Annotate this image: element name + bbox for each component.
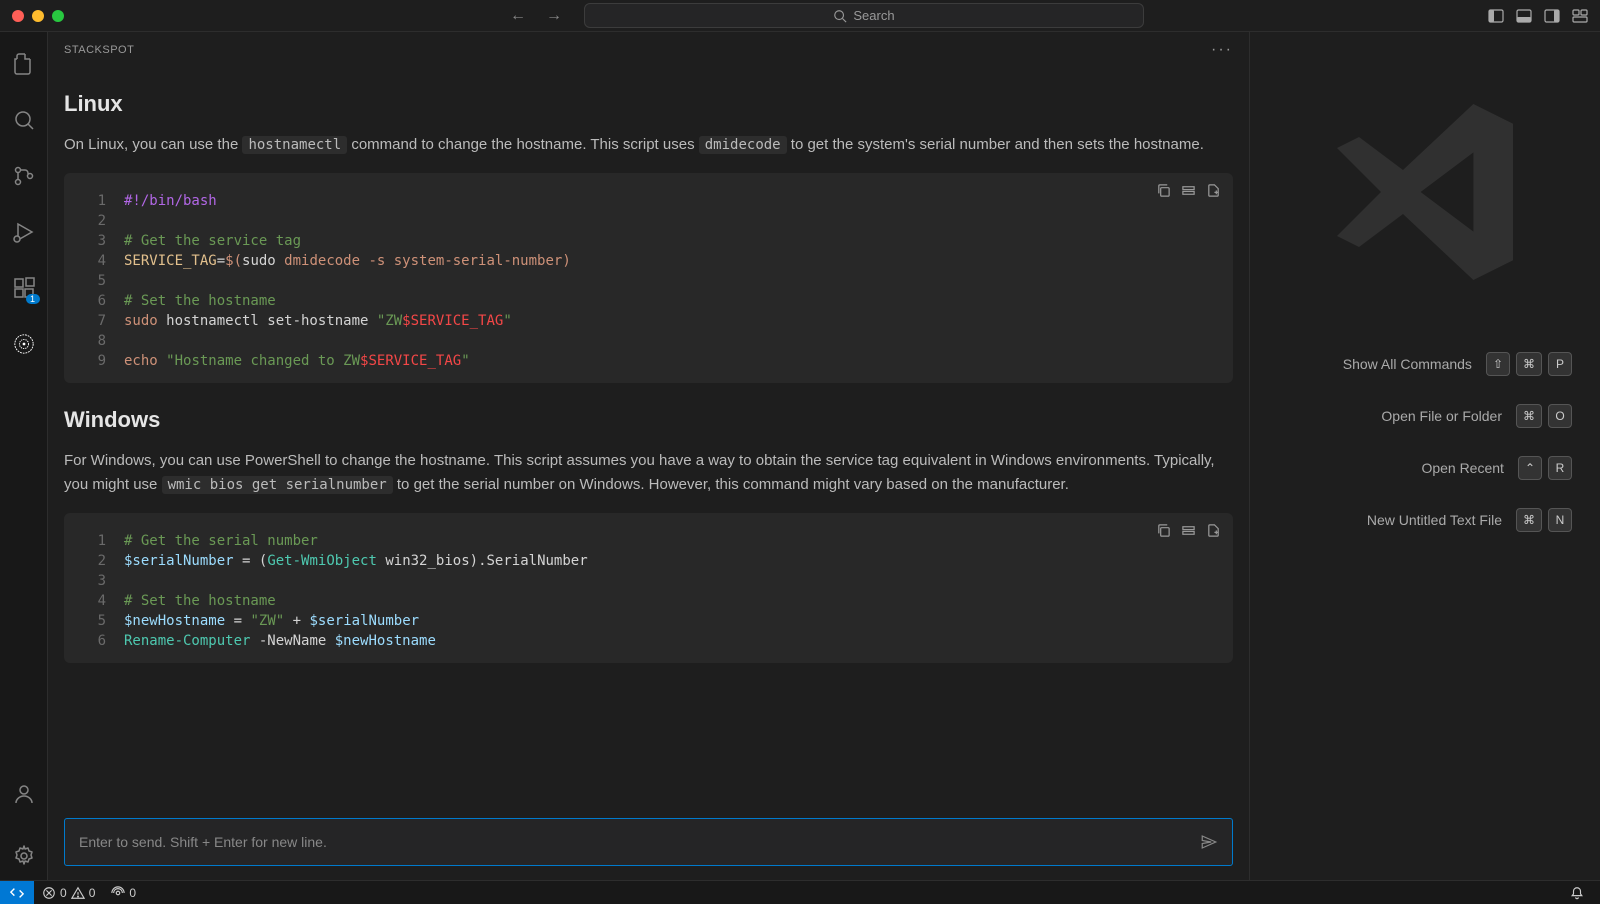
key: ⌘ xyxy=(1516,508,1542,532)
welcome-label: Open File or Folder xyxy=(1278,407,1516,425)
problems-status[interactable]: 0 0 xyxy=(34,886,103,900)
extensions-badge: 1 xyxy=(26,294,40,304)
titlebar-right xyxy=(1488,8,1588,24)
inline-code-dmidecode: dmidecode xyxy=(699,136,787,154)
welcome-label: New Untitled Text File xyxy=(1278,511,1516,529)
accounts-icon[interactable] xyxy=(0,770,48,818)
windows-heading: Windows xyxy=(64,407,1233,433)
linux-heading: Linux xyxy=(64,91,1233,117)
windows-code-content: 1# Get the serial number2$serialNumber =… xyxy=(64,525,1233,651)
inline-code-wmic: wmic bios get serialnumber xyxy=(162,476,393,494)
nav-forward-button[interactable]: → xyxy=(540,5,568,27)
command-center-search[interactable]: Search xyxy=(584,3,1144,28)
main-area: 1 STACKSPOT ··· Linux On Linux, you can … xyxy=(0,32,1600,880)
key: ⌃ xyxy=(1518,456,1542,480)
copy-code-icon[interactable] xyxy=(1156,183,1171,198)
nav-back-button[interactable]: ← xyxy=(504,5,532,27)
minimize-window-button[interactable] xyxy=(32,10,44,22)
toggle-primary-sidebar-icon[interactable] xyxy=(1488,8,1504,24)
chat-body[interactable]: Linux On Linux, you can use the hostname… xyxy=(48,67,1249,808)
new-file-code-icon[interactable] xyxy=(1206,523,1221,538)
chat-input[interactable] xyxy=(64,818,1233,866)
ports-status[interactable]: 0 xyxy=(103,886,144,900)
send-icon[interactable] xyxy=(1200,833,1218,851)
welcome-pane: Show All Commands ⇧⌘P Open File or Folde… xyxy=(1250,32,1600,880)
welcome-keys: ⇧⌘P xyxy=(1486,352,1572,376)
new-file-code-icon[interactable] xyxy=(1206,183,1221,198)
linux-desc: On Linux, you can use the hostnamectl co… xyxy=(64,133,1233,157)
panel-title: STACKSPOT xyxy=(64,44,134,56)
remote-indicator[interactable] xyxy=(0,881,34,904)
source-control-icon[interactable] xyxy=(0,152,48,200)
linux-code-content: 1#!/bin/bash2 3# Get the service tag4SER… xyxy=(64,185,1233,371)
chat-input-wrap xyxy=(48,808,1249,880)
notifications-bell-icon[interactable] xyxy=(1562,886,1592,900)
extensions-icon[interactable]: 1 xyxy=(0,264,48,312)
insert-code-icon[interactable] xyxy=(1181,523,1196,538)
search-icon xyxy=(833,9,847,23)
search-placeholder: Search xyxy=(853,8,894,23)
key: ⌘ xyxy=(1516,352,1542,376)
panel-header: STACKSPOT ··· xyxy=(48,32,1249,67)
key: N xyxy=(1548,508,1572,532)
welcome-row[interactable]: Open Recent ⌃R xyxy=(1278,456,1572,480)
panel-more-icon[interactable]: ··· xyxy=(1211,41,1233,59)
run-debug-icon[interactable] xyxy=(0,208,48,256)
chat-text-input[interactable] xyxy=(79,834,1200,850)
titlebar: ← → Search xyxy=(0,0,1600,32)
welcome-label: Show All Commands xyxy=(1278,355,1486,373)
close-window-button[interactable] xyxy=(12,10,24,22)
toggle-panel-icon[interactable] xyxy=(1516,8,1532,24)
key: O xyxy=(1548,404,1572,428)
welcome-keys: ⌃R xyxy=(1518,456,1572,480)
status-bar: 0 0 0 xyxy=(0,880,1600,904)
activity-bar: 1 xyxy=(0,32,48,880)
maximize-window-button[interactable] xyxy=(52,10,64,22)
chat-panel: STACKSPOT ··· Linux On Linux, you can us… xyxy=(48,32,1250,880)
errors-count: 0 xyxy=(60,886,67,900)
toggle-secondary-sidebar-icon[interactable] xyxy=(1544,8,1560,24)
linux-codeblock: 1#!/bin/bash2 3# Get the service tag4SER… xyxy=(64,173,1233,383)
nav-arrows: ← → xyxy=(504,5,568,27)
stackspot-icon[interactable] xyxy=(0,320,48,368)
windows-codeblock: 1# Get the serial number2$serialNumber =… xyxy=(64,513,1233,663)
key: R xyxy=(1548,456,1572,480)
welcome-row[interactable]: Open File or Folder ⌘O xyxy=(1278,404,1572,428)
windows-desc: For Windows, you can use PowerShell to c… xyxy=(64,449,1233,497)
welcome-keys: ⌘N xyxy=(1516,508,1572,532)
codeblock-actions xyxy=(1156,523,1221,538)
key: ⇧ xyxy=(1486,352,1510,376)
search-activity-icon[interactable] xyxy=(0,96,48,144)
copy-code-icon[interactable] xyxy=(1156,523,1171,538)
customize-layout-icon[interactable] xyxy=(1572,8,1588,24)
content-wrap: STACKSPOT ··· Linux On Linux, you can us… xyxy=(48,32,1600,880)
inline-code-hostnamectl: hostnamectl xyxy=(242,136,347,154)
welcome-row[interactable]: New Untitled Text File ⌘N xyxy=(1278,508,1572,532)
vscode-watermark-icon xyxy=(1315,82,1535,302)
key: P xyxy=(1548,352,1572,376)
insert-code-icon[interactable] xyxy=(1181,183,1196,198)
welcome-label: Open Recent xyxy=(1278,459,1518,477)
welcome-keys: ⌘O xyxy=(1516,404,1572,428)
window-controls xyxy=(12,10,64,22)
welcome-row[interactable]: Show All Commands ⇧⌘P xyxy=(1278,352,1572,376)
warnings-count: 0 xyxy=(89,886,96,900)
codeblock-actions xyxy=(1156,183,1221,198)
key: ⌘ xyxy=(1516,404,1542,428)
welcome-shortcuts-list: Show All Commands ⇧⌘P Open File or Folde… xyxy=(1278,352,1572,560)
explorer-icon[interactable] xyxy=(0,40,48,88)
settings-gear-icon[interactable] xyxy=(0,832,48,880)
ports-count: 0 xyxy=(129,886,136,900)
